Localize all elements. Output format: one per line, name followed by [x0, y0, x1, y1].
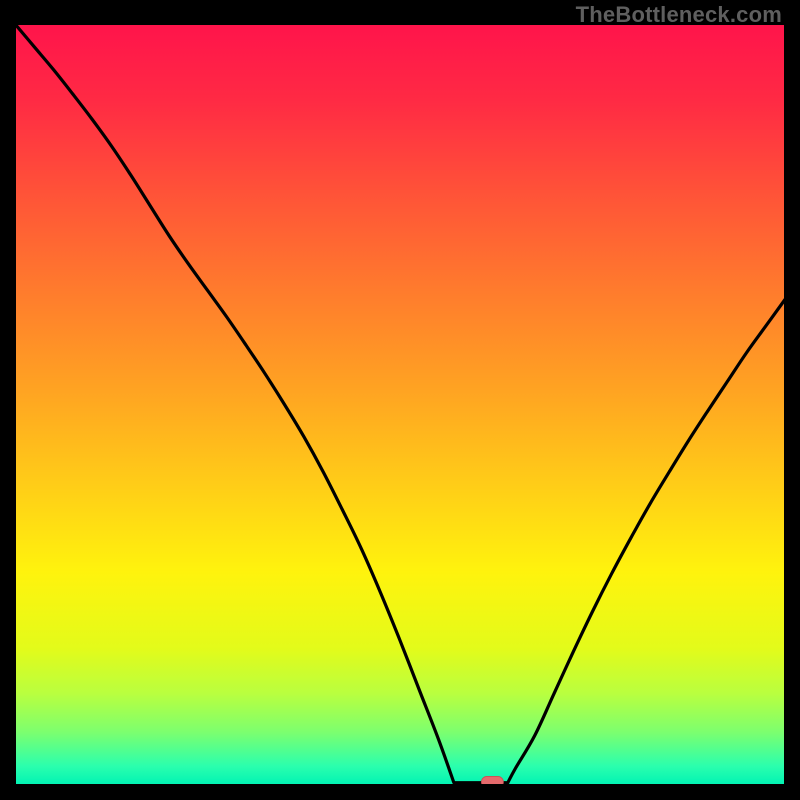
chart-area: [15, 24, 785, 785]
bottleneck-chart-svg: [15, 24, 785, 785]
gradient-background: [15, 24, 785, 785]
watermark-text: TheBottleneck.com: [576, 2, 782, 28]
optimal-marker: [481, 776, 503, 785]
